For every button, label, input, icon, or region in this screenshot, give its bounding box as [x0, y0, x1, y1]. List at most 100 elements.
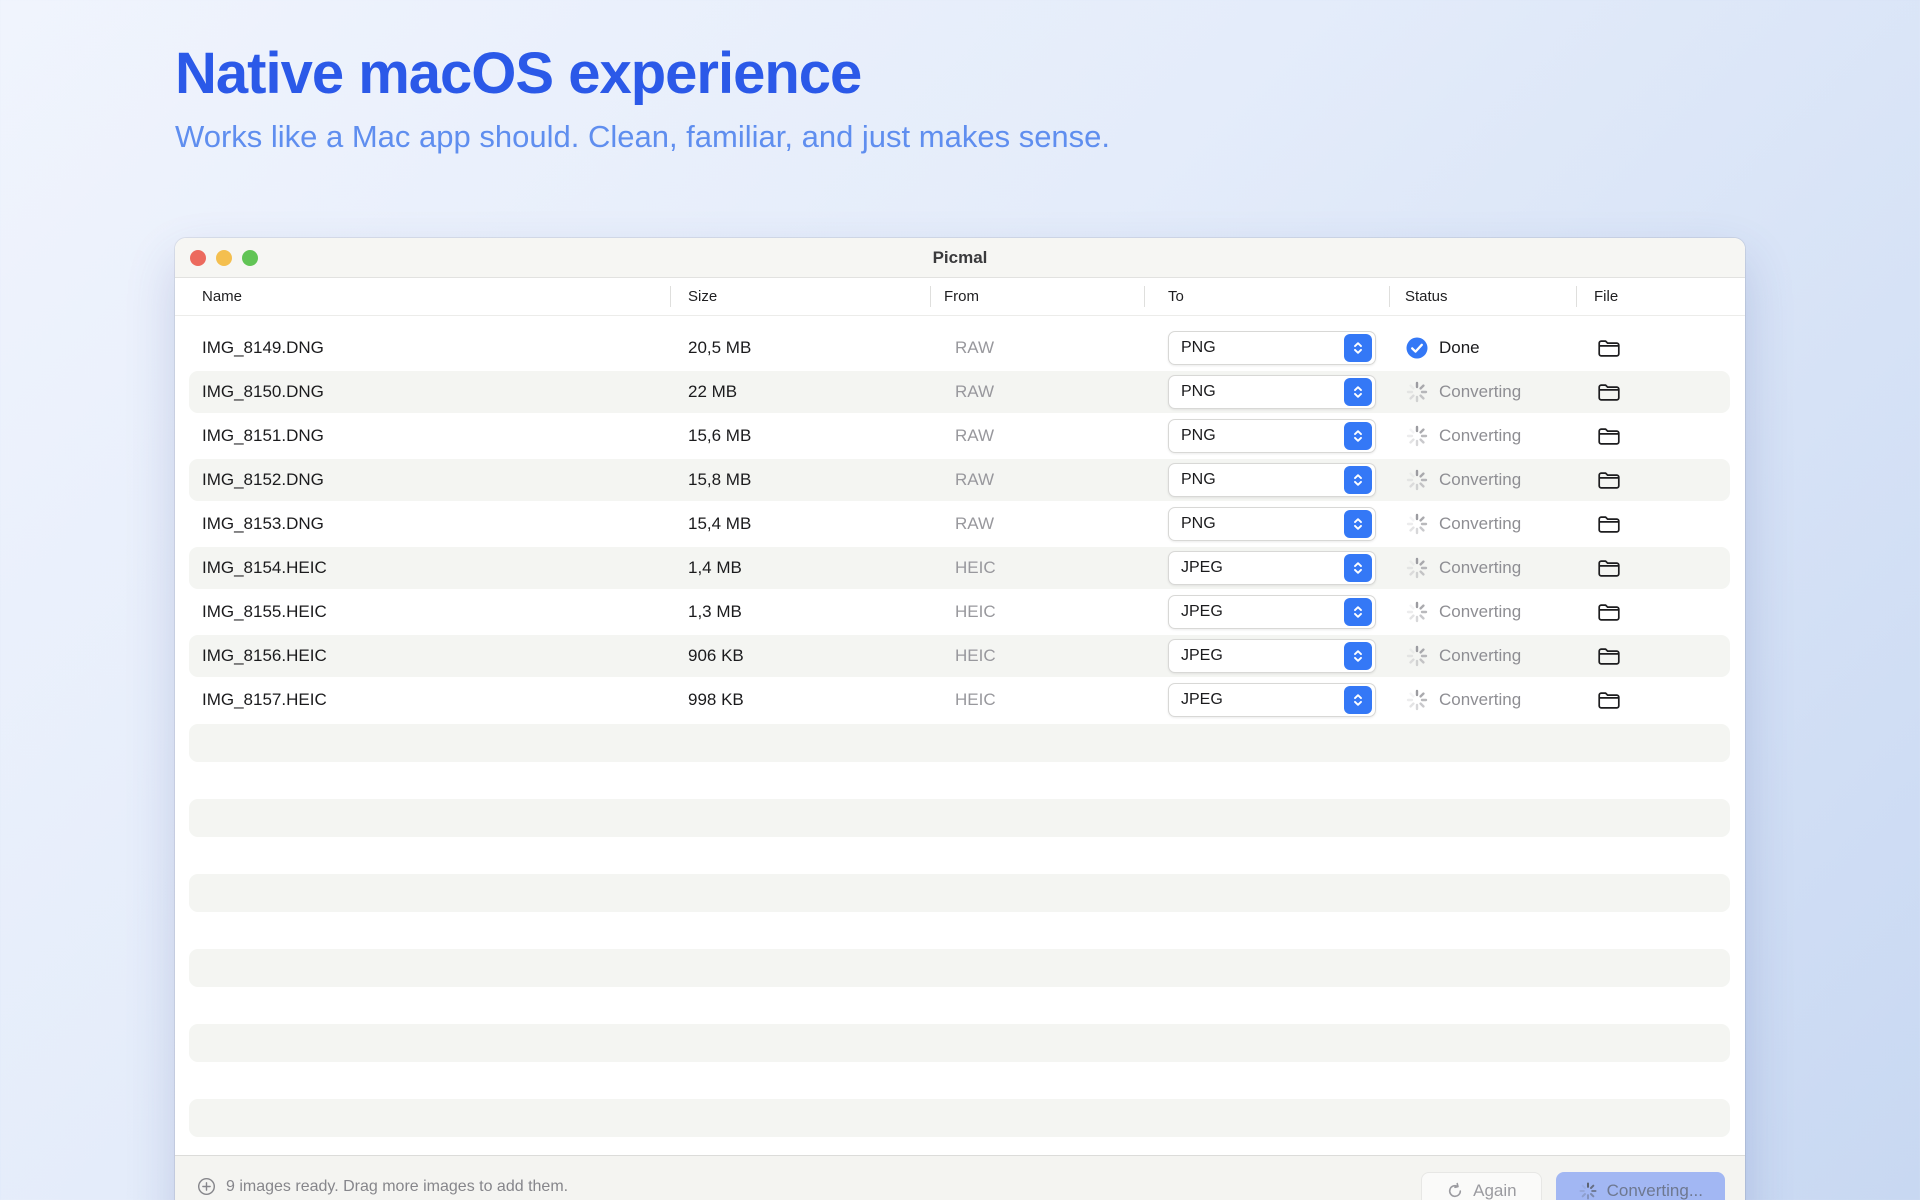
table-row: IMG_8152.DNG 15,8 MB RAW PNG — [175, 458, 1745, 502]
open-folder-button[interactable] — [1597, 470, 1621, 491]
file-list: IMG_8149.DNG 20,5 MB RAW PNG Done — [175, 316, 1745, 722]
open-folder-button[interactable] — [1597, 426, 1621, 447]
open-folder-button[interactable] — [1597, 690, 1621, 711]
open-folder-button[interactable] — [1597, 558, 1621, 579]
empty-row-placeholder — [189, 949, 1730, 987]
done-check-icon — [1405, 336, 1429, 360]
output-format-value: JPEG — [1181, 559, 1223, 577]
table-row: IMG_8156.HEIC 906 KB HEIC JPEG — [175, 634, 1745, 678]
chevron-up-down-icon — [1344, 598, 1372, 626]
page-subtitle: Works like a Mac app should. Clean, fami… — [175, 119, 1110, 155]
status-label: Done — [1439, 338, 1480, 358]
file-size: 15,8 MB — [688, 470, 751, 490]
source-format: HEIC — [955, 602, 996, 622]
empty-row-placeholder — [189, 1024, 1730, 1062]
spinner-icon — [1578, 1181, 1598, 1200]
converting-spinner-icon — [1405, 424, 1429, 448]
file-size: 1,4 MB — [688, 558, 742, 578]
output-format-value: PNG — [1181, 471, 1216, 489]
status-label: Converting — [1439, 470, 1521, 490]
chevron-up-down-icon — [1344, 554, 1372, 582]
output-format-dropdown[interactable]: PNG — [1168, 375, 1376, 409]
empty-row-area — [175, 724, 1745, 1137]
output-format-dropdown[interactable]: PNG — [1168, 463, 1376, 497]
output-format-value: PNG — [1181, 427, 1216, 445]
output-format-dropdown[interactable]: JPEG — [1168, 683, 1376, 717]
file-name: IMG_8151.DNG — [202, 426, 324, 446]
table-row: IMG_8149.DNG 20,5 MB RAW PNG Done — [175, 326, 1745, 370]
converting-spinner-icon — [1405, 380, 1429, 404]
empty-row-placeholder — [189, 874, 1730, 912]
status-label: Converting — [1439, 514, 1521, 534]
status-label: Converting — [1439, 426, 1521, 446]
add-images-icon[interactable] — [197, 1177, 216, 1196]
file-size: 20,5 MB — [688, 338, 751, 358]
file-name: IMG_8156.HEIC — [202, 646, 327, 666]
chevron-up-down-icon — [1344, 642, 1372, 670]
empty-row-placeholder — [189, 799, 1730, 837]
output-format-value: JPEG — [1181, 647, 1223, 665]
table-header: Name Size From To Status File — [175, 278, 1745, 316]
footer-status: 9 images ready. Drag more images to add … — [197, 1177, 568, 1196]
file-name: IMG_8154.HEIC — [202, 558, 327, 578]
source-format: HEIC — [955, 646, 996, 666]
folder-icon — [1597, 382, 1621, 403]
folder-icon — [1597, 558, 1621, 579]
folder-icon — [1597, 338, 1621, 359]
column-header-status[interactable]: Status — [1389, 278, 1576, 315]
table-row: IMG_8150.DNG 22 MB RAW PNG — [175, 370, 1745, 414]
converting-spinner-icon — [1405, 644, 1429, 668]
open-folder-button[interactable] — [1597, 514, 1621, 535]
table-row: IMG_8157.HEIC 998 KB HEIC JPEG — [175, 678, 1745, 722]
output-format-dropdown[interactable]: PNG — [1168, 331, 1376, 365]
chevron-up-down-icon — [1344, 686, 1372, 714]
open-folder-button[interactable] — [1597, 382, 1621, 403]
status-label: Converting — [1439, 690, 1521, 710]
converting-button[interactable]: Converting... — [1556, 1172, 1725, 1200]
empty-row-placeholder — [189, 1099, 1730, 1137]
output-format-dropdown[interactable]: JPEG — [1168, 595, 1376, 629]
file-size: 998 KB — [688, 690, 744, 710]
footer-actions: Again Converting... — [1421, 1172, 1725, 1200]
table-row: IMG_8154.HEIC 1,4 MB HEIC JPEG — [175, 546, 1745, 590]
output-format-value: PNG — [1181, 339, 1216, 357]
column-header-size[interactable]: Size — [670, 278, 930, 315]
output-format-dropdown[interactable]: JPEG — [1168, 551, 1376, 585]
column-header-name[interactable]: Name — [175, 278, 670, 315]
picmal-window: Picmal Name Size From To Status File IMG… — [175, 238, 1745, 1200]
folder-icon — [1597, 690, 1621, 711]
again-button[interactable]: Again — [1421, 1172, 1541, 1200]
column-header-from[interactable]: From — [930, 278, 1144, 315]
column-header-file[interactable]: File — [1576, 278, 1745, 315]
status-label: Converting — [1439, 602, 1521, 622]
file-name: IMG_8152.DNG — [202, 470, 324, 490]
table-row: IMG_8155.HEIC 1,3 MB HEIC JPEG — [175, 590, 1745, 634]
chevron-up-down-icon — [1344, 422, 1372, 450]
window-titlebar: Picmal — [175, 238, 1745, 278]
source-format: RAW — [955, 382, 994, 402]
source-format: HEIC — [955, 558, 996, 578]
again-button-label: Again — [1473, 1181, 1516, 1200]
output-format-dropdown[interactable]: JPEG — [1168, 639, 1376, 673]
source-format: RAW — [955, 470, 994, 490]
status-label: Converting — [1439, 558, 1521, 578]
folder-icon — [1597, 426, 1621, 447]
output-format-value: PNG — [1181, 383, 1216, 401]
output-format-dropdown[interactable]: PNG — [1168, 419, 1376, 453]
folder-icon — [1597, 602, 1621, 623]
file-name: IMG_8149.DNG — [202, 338, 324, 358]
chevron-up-down-icon — [1344, 378, 1372, 406]
hero-section: Native macOS experience Works like a Mac… — [175, 44, 1110, 155]
file-name: IMG_8153.DNG — [202, 514, 324, 534]
open-folder-button[interactable] — [1597, 646, 1621, 667]
source-format: RAW — [955, 514, 994, 534]
folder-icon — [1597, 646, 1621, 667]
converting-spinner-icon — [1405, 556, 1429, 580]
open-folder-button[interactable] — [1597, 602, 1621, 623]
open-folder-button[interactable] — [1597, 338, 1621, 359]
converting-spinner-icon — [1405, 600, 1429, 624]
folder-icon — [1597, 514, 1621, 535]
output-format-dropdown[interactable]: PNG — [1168, 507, 1376, 541]
reload-icon — [1446, 1182, 1464, 1200]
column-header-to[interactable]: To — [1144, 278, 1389, 315]
